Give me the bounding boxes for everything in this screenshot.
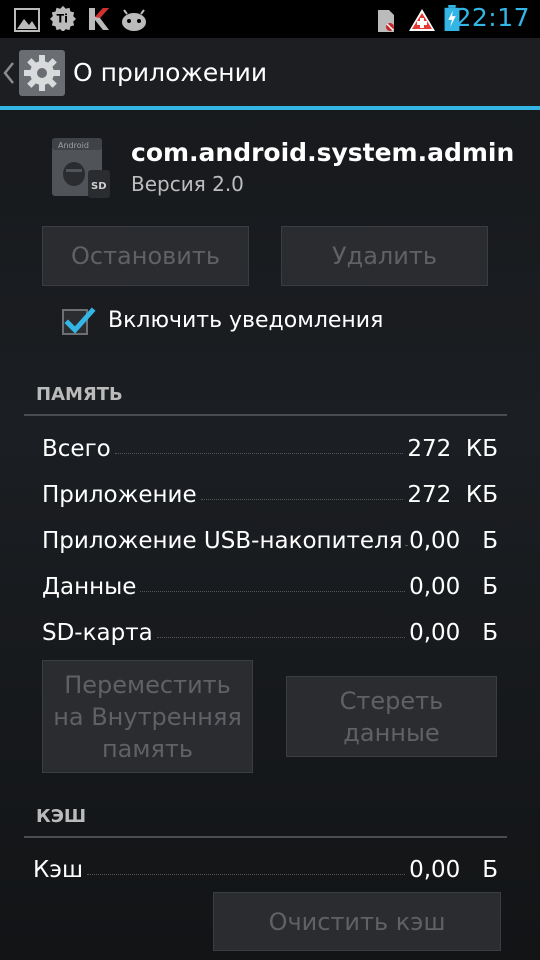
dotted-leader bbox=[404, 545, 408, 546]
row-value: 0,00 Б bbox=[409, 574, 498, 600]
uninstall-button[interactable]: Удалить bbox=[281, 226, 488, 286]
app-version: Версия 2.0 bbox=[131, 172, 244, 196]
clear-data-button[interactable]: Стереть данные bbox=[286, 676, 497, 757]
dotted-leader bbox=[156, 637, 406, 638]
row-label: Приложение USB-накопителя bbox=[42, 528, 403, 554]
row-value: 0,00 Б bbox=[409, 620, 498, 646]
svg-text:Ti: Ti bbox=[57, 13, 68, 26]
app-info-screen: Ti 22:17 О приложении Android SD com.and… bbox=[0, 0, 540, 960]
cache-section-divider bbox=[24, 836, 507, 838]
cache-row: Кэш 0,00 Б bbox=[33, 849, 498, 883]
storage-row-usb-app: Приложение USB-накопителя 0,00 Б bbox=[42, 520, 498, 554]
dotted-leader bbox=[87, 874, 406, 875]
stop-button[interactable]: Остановить bbox=[42, 226, 249, 286]
titanium-backup-icon: Ti bbox=[50, 5, 76, 31]
row-label: Данные bbox=[42, 574, 137, 600]
row-value: 0,00 Б bbox=[409, 857, 498, 883]
swiss-flag-icon bbox=[409, 9, 435, 31]
row-label: Всего bbox=[42, 436, 111, 462]
status-bar: Ti 22:17 bbox=[0, 0, 540, 38]
dotted-leader bbox=[114, 453, 404, 454]
row-value: 272 КБ bbox=[407, 482, 498, 508]
clear-cache-button[interactable]: Очистить кэш bbox=[213, 892, 501, 951]
row-value: 272 КБ bbox=[407, 436, 498, 462]
storage-row-sd-card: SD-карта 0,00 Б bbox=[42, 612, 498, 646]
storage-section-header: ПАМЯТЬ bbox=[36, 384, 123, 405]
app-icon-badge: SD bbox=[91, 181, 107, 192]
app-icon: Android SD bbox=[52, 138, 110, 198]
kaspersky-icon bbox=[89, 8, 109, 30]
storage-row-app: Приложение 272 КБ bbox=[42, 474, 498, 508]
storage-row-total: Всего 272 КБ bbox=[42, 428, 498, 462]
android-robot-icon bbox=[122, 9, 146, 31]
settings-gear-icon[interactable] bbox=[18, 49, 66, 97]
back-chevron-icon[interactable] bbox=[2, 60, 16, 86]
status-bar-time: 22:17 bbox=[455, 3, 530, 32]
storage-section-divider bbox=[24, 414, 507, 416]
app-icon-text: Android bbox=[58, 141, 89, 150]
cache-section-header: КЭШ bbox=[36, 806, 87, 827]
notifications-checkbox[interactable] bbox=[62, 307, 96, 335]
row-label: Приложение bbox=[42, 482, 197, 508]
move-to-internal-button[interactable]: Переместить на Внутренняя память bbox=[42, 660, 253, 773]
row-label: SD-карта bbox=[42, 620, 153, 646]
dotted-leader bbox=[140, 591, 406, 592]
action-bar-accent-line bbox=[0, 106, 540, 110]
notifications-label: Включить уведомления bbox=[108, 308, 384, 333]
row-value: 0,00 Б bbox=[409, 528, 498, 554]
app-package-name: com.android.system.admin bbox=[131, 138, 515, 167]
page-title: О приложении bbox=[73, 58, 268, 87]
storage-row-data: Данные 0,00 Б bbox=[42, 566, 498, 600]
gallery-icon bbox=[14, 8, 40, 32]
sim-card-icon bbox=[378, 10, 394, 32]
checkmark-icon bbox=[64, 307, 96, 334]
dotted-leader bbox=[200, 499, 404, 500]
row-label: Кэш bbox=[33, 857, 83, 883]
